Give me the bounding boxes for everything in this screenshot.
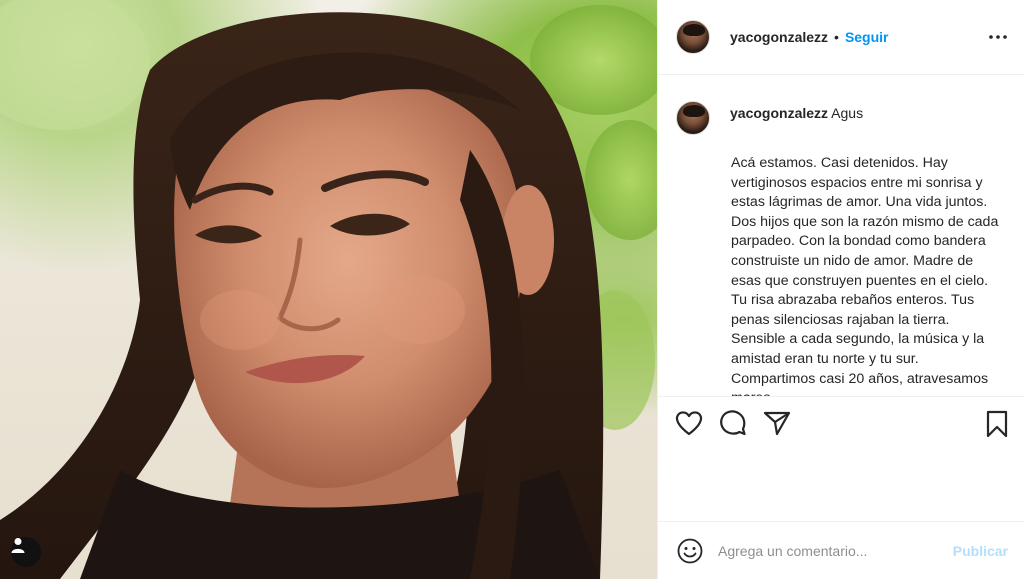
caption-author-avatar[interactable] [676,101,710,135]
post-side-panel: yacogonzalezz • Seguir yacogonzalezz Agu… [657,0,1024,579]
more-options-button[interactable] [986,27,1010,47]
comment-input[interactable] [718,542,953,559]
share-button[interactable] [762,408,792,438]
caption-author: yacogonzalezz Agus [730,101,863,121]
header-separator: • [834,29,839,45]
caption-header: yacogonzalezz Agus [676,101,1008,135]
post-photo[interactable] [0,0,657,579]
comment-button[interactable] [718,408,748,438]
follow-button[interactable]: Seguir [845,29,889,45]
portrait-illustration [0,0,657,579]
caption-tag[interactable]: Agus [831,105,863,121]
action-bar [658,396,1024,449]
instagram-post: yacogonzalezz • Seguir yacogonzalezz Agu… [0,0,1024,579]
likes-section [658,449,1024,521]
author-username[interactable]: yacogonzalezz [730,29,828,45]
smiley-icon [677,538,703,563]
save-button[interactable] [982,409,1012,439]
publish-button[interactable]: Publicar [953,543,1008,559]
like-button[interactable] [674,408,704,438]
tagged-users-button[interactable] [11,537,41,567]
heart-icon [675,411,703,436]
author-avatar[interactable] [676,20,710,54]
user-silhouette-icon [11,538,25,553]
caption-username[interactable]: yacogonzalezz [730,105,828,121]
paper-plane-icon [763,411,791,436]
ellipsis-icon [989,35,1007,39]
comment-bubble-icon [720,410,746,436]
caption-text: Acá estamos. Casi detenidos. Hay vertigi… [731,155,999,396]
add-comment-bar: Publicar [658,521,1024,579]
bookmark-icon [986,410,1008,438]
emoji-button[interactable] [676,537,704,565]
post-header: yacogonzalezz • Seguir [658,0,1024,75]
caption-area[interactable]: yacogonzalezz Agus Acá estamos. Casi det… [658,75,1024,396]
